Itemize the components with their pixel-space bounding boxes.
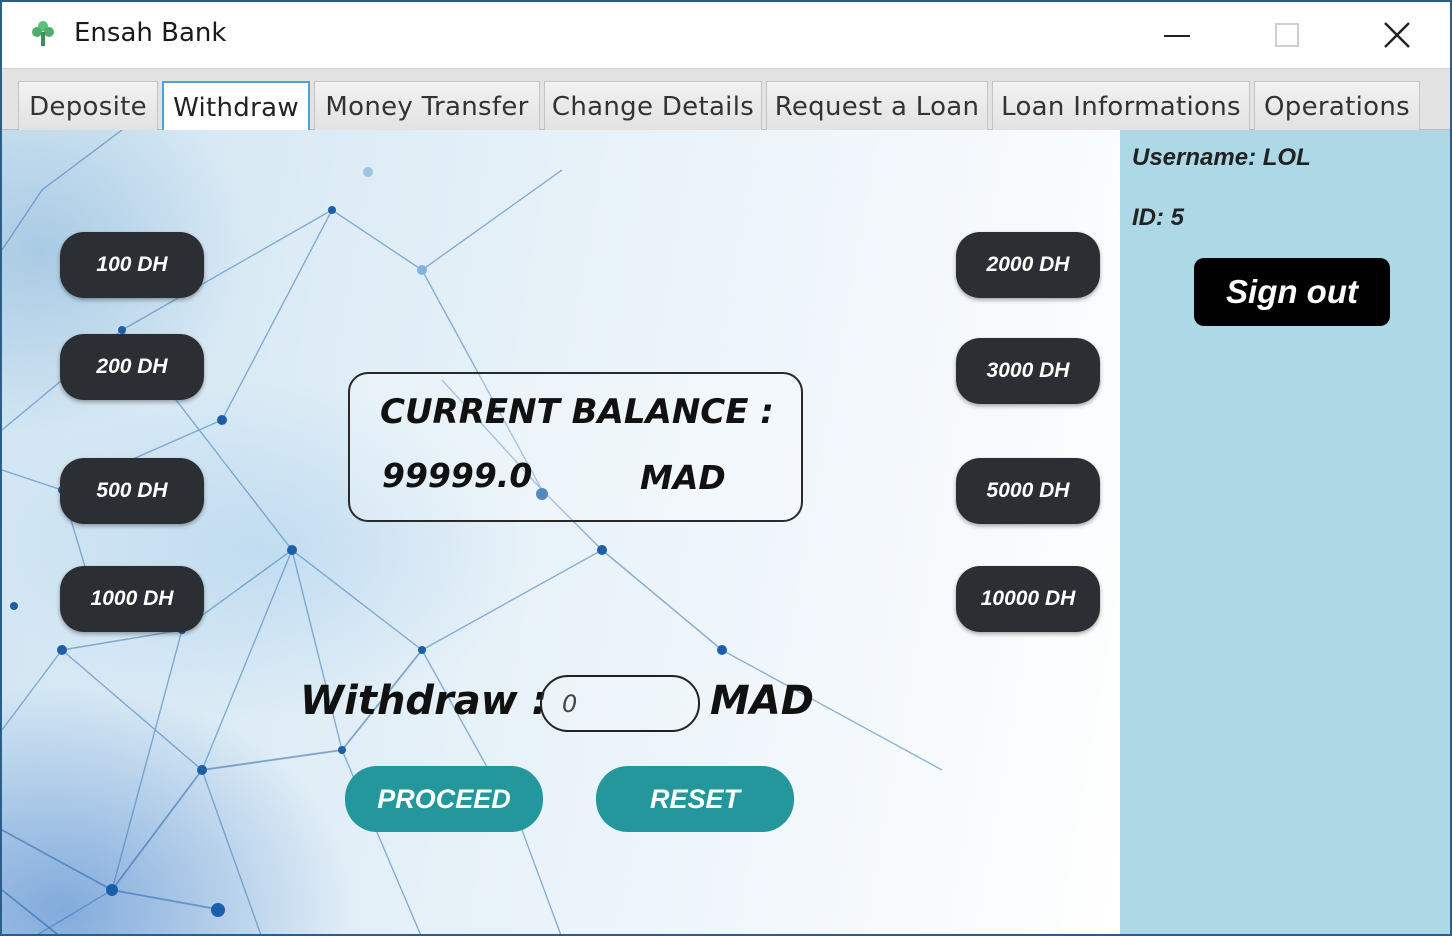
balance-currency: MAD [640, 458, 726, 497]
username-line: Username: LOL [1132, 144, 1311, 172]
window-title: Ensah Bank [74, 18, 227, 48]
tab-label: Operations [1264, 91, 1410, 122]
tab-withdraw[interactable]: Withdraw [162, 81, 310, 133]
amount-10000-button[interactable]: 10000 DH [956, 566, 1100, 632]
username-value: LOL [1262, 144, 1311, 171]
amount-100-button[interactable]: 100 DH [60, 232, 204, 298]
tab-deposite[interactable]: Deposite [18, 81, 158, 131]
close-button[interactable] [1342, 2, 1450, 68]
tab-change-details[interactable]: Change Details [544, 81, 762, 131]
tab-request-a-loan[interactable]: Request a Loan [766, 81, 988, 131]
tab-label: Loan Informations [1001, 91, 1241, 122]
user-id-value: 5 [1170, 204, 1185, 231]
tab-label: Withdraw [173, 93, 299, 123]
tab-label: Request a Loan [774, 91, 980, 122]
maximize-icon [1275, 23, 1299, 47]
tab-label: Change Details [551, 91, 755, 122]
withdraw-amount-input[interactable] [540, 675, 700, 732]
withdraw-label: Withdraw : [300, 678, 548, 724]
amount-3000-button[interactable]: 3000 DH [956, 338, 1100, 404]
sign-out-button[interactable]: Sign out [1194, 258, 1390, 326]
tab-operations[interactable]: Operations [1254, 81, 1420, 131]
tab-bar: Deposite Withdraw Money Transfer Change … [2, 68, 1450, 133]
balance-title: CURRENT BALANCE : [380, 392, 774, 432]
user-info-panel: Username: LOL ID: 5 Sign out [1120, 130, 1450, 934]
close-icon [1384, 22, 1410, 48]
reset-button[interactable]: RESET [596, 766, 794, 832]
user-id-label: ID: [1132, 204, 1164, 231]
leaf-app-icon [28, 18, 58, 50]
proceed-button[interactable]: PROCEED [345, 766, 543, 832]
user-id-line: ID: 5 [1132, 204, 1184, 232]
amount-5000-button[interactable]: 5000 DH [956, 458, 1100, 524]
tab-label: Deposite [29, 91, 147, 122]
title-bar[interactable]: Ensah Bank [2, 2, 1450, 68]
minimize-button[interactable] [1122, 2, 1232, 68]
tab-label: Money Transfer [325, 91, 529, 122]
withdraw-currency: MAD [710, 678, 814, 724]
amount-200-button[interactable]: 200 DH [60, 334, 204, 400]
username-label: Username: [1132, 144, 1257, 171]
withdraw-panel: 100 DH 200 DH 500 DH 1000 DH 2000 DH 300… [2, 130, 1120, 934]
current-balance-card: CURRENT BALANCE : 99999.0 MAD [348, 372, 803, 522]
amount-2000-button[interactable]: 2000 DH [956, 232, 1100, 298]
maximize-button[interactable] [1232, 2, 1342, 68]
minimize-icon [1164, 35, 1190, 37]
balance-value: 99999.0 [382, 456, 533, 495]
amount-1000-button[interactable]: 1000 DH [60, 566, 204, 632]
tab-money-transfer[interactable]: Money Transfer [314, 81, 540, 131]
tab-loan-informations[interactable]: Loan Informations [992, 81, 1250, 131]
amount-500-button[interactable]: 500 DH [60, 458, 204, 524]
app-window: Ensah Bank Deposite Withdraw Money Trans… [0, 0, 1452, 936]
